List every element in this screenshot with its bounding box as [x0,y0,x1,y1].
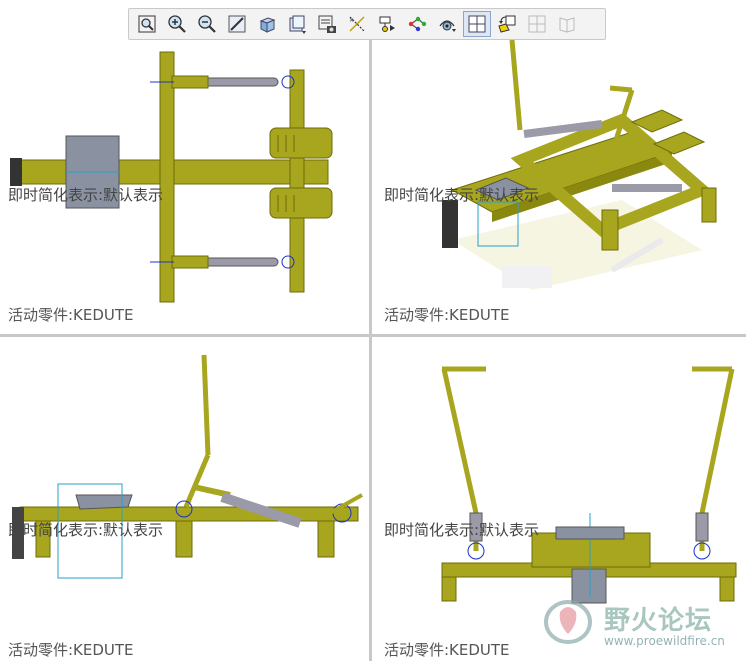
simplified-rep-label: 即时简化表示:默认表示 [8,186,164,204]
book-view-icon [553,11,581,37]
perspective-icon[interactable] [433,11,461,37]
simplified-rep-label: 即时简化表示:默认表示 [384,521,540,539]
svg-text:×: × [349,17,354,24]
viewport-divider-horizontal[interactable] [0,334,746,337]
watermark-title: 野火论坛 [604,606,713,636]
active-part-label: 活动零件:KEDUTE [8,641,134,659]
repaint-icon[interactable] [223,11,251,37]
active-part-label: 活动零件:KEDUTE [384,641,510,659]
zoom-window-icon[interactable] [133,11,161,37]
simplified-rep-label: 即时简化表示:默认表示 [8,521,164,539]
simplified-rep-label: 即时简化表示:默认表示 [384,186,540,204]
zoom-out-icon[interactable] [193,11,221,37]
zoom-in-icon[interactable] [163,11,191,37]
datum-display-icon[interactable]: × [343,11,371,37]
four-view-icon[interactable] [463,11,491,37]
spin-center-icon[interactable] [373,11,401,37]
front-view-model [12,354,363,579]
active-part-label: 活动零件:KEDUTE [8,306,134,324]
watermark-logo-icon [544,600,592,644]
active-part-label: 活动零件:KEDUTE [384,306,510,324]
view-toolbar: × [128,8,606,40]
viewport-iso[interactable]: 即时简化表示:默认表示 活动零件:KEDUTE [372,40,746,334]
split-view-icon [523,11,551,37]
view-manager-icon[interactable] [313,11,341,37]
saved-views-icon[interactable] [283,11,311,37]
viewport-front[interactable]: 即时简化表示:默认表示 活动零件:KEDUTE [0,337,369,661]
connection-icon[interactable] [403,11,431,37]
watermark-url: www.proewildfire.cn [604,634,725,648]
shading-icon[interactable] [253,11,281,37]
orient-icon[interactable] [493,11,521,37]
viewport-top[interactable]: 即时简化表示:默认表示 活动零件:KEDUTE [0,40,369,334]
viewport-divider-vertical[interactable] [369,40,372,661]
forum-watermark: 野火论坛 www.proewildfire.cn [538,594,746,654]
